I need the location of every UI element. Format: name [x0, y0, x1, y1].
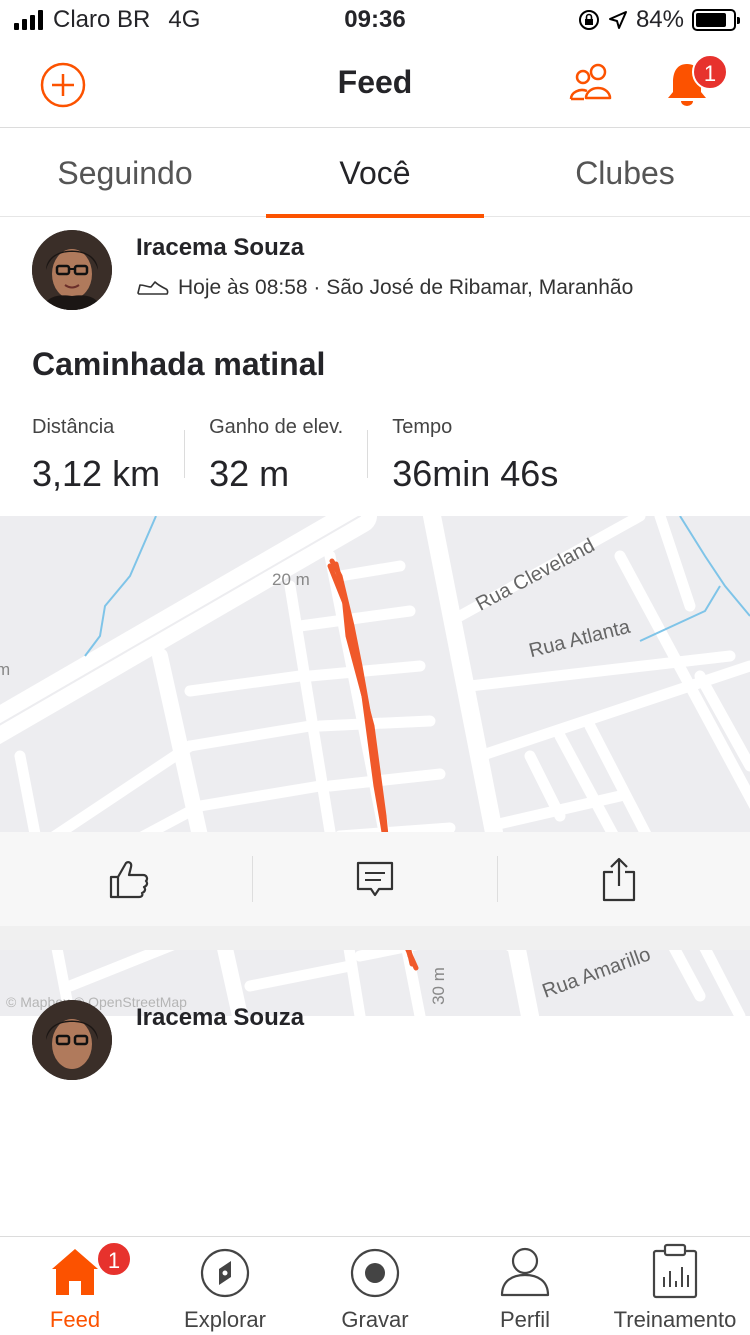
stat-divider	[367, 430, 369, 478]
status-bar: Claro BR 4G 09:36 84%	[0, 0, 750, 40]
top-nav: Feed 1	[0, 40, 750, 128]
stat-value: 32 m	[209, 453, 290, 494]
tabbar-gravar[interactable]: Gravar	[300, 1237, 450, 1335]
tabbar-treinamento[interactable]: Treinamento	[600, 1237, 750, 1335]
author-name[interactable]: Iracema Souza	[136, 1004, 304, 1032]
tabbar-perfil[interactable]: Perfil	[450, 1237, 600, 1335]
tabbar-label: Explorar	[184, 1307, 266, 1332]
author-name[interactable]: Iracema Souza	[136, 234, 304, 262]
battery-icon	[692, 9, 740, 31]
page-title: Feed	[337, 64, 413, 100]
record-icon	[350, 1248, 400, 1298]
tabbar-label: Treinamento	[613, 1307, 737, 1332]
location-arrow-icon	[608, 11, 627, 29]
stat-value: 36min 46s	[392, 453, 559, 494]
tab-seguindo[interactable]: Seguindo	[0, 129, 250, 217]
kudos-button[interactable]	[4, 832, 254, 926]
activity-card[interactable]: Iracema Souza	[0, 980, 750, 1080]
training-icon	[652, 1243, 698, 1299]
shoe-icon	[137, 281, 169, 295]
tab-voce[interactable]: Você	[250, 129, 500, 218]
find-friends-button[interactable]	[568, 62, 616, 102]
home-icon	[52, 1249, 98, 1295]
contour-label: 20 m	[272, 570, 310, 589]
feed-tabs: Seguindo Você Clubes	[0, 129, 750, 218]
tabbar-feed[interactable]: 1 Feed	[0, 1237, 150, 1335]
activity-stats: Distância 3,12 km Ganho de elev. 32 m Te…	[32, 416, 582, 495]
stat-distance: Distância 3,12 km	[32, 416, 184, 495]
activity-meta: Hoje às 08:58 · São José de Ribamar, Mar…	[136, 276, 633, 300]
share-icon	[602, 857, 636, 902]
tabbar-label: Feed	[49, 1307, 101, 1332]
bottom-tab-bar: 1 Feed Explorar Gravar Perfil Treinament…	[0, 1236, 750, 1334]
thumbs-up-icon	[109, 861, 149, 899]
comment-icon	[356, 861, 394, 897]
share-button[interactable]	[494, 832, 744, 926]
avatar[interactable]	[32, 230, 112, 310]
comment-button[interactable]	[250, 832, 500, 926]
person-icon	[500, 1247, 550, 1297]
stat-divider	[184, 430, 186, 478]
tab-clubes[interactable]: Clubes	[500, 129, 750, 217]
stat-elevation: Ganho de elev. 32 m	[209, 416, 367, 495]
stat-time: Tempo 36min 46s	[392, 416, 582, 495]
rotation-lock-icon	[578, 10, 599, 30]
stat-label: Distância	[32, 416, 115, 438]
avatar[interactable]	[32, 1000, 112, 1080]
activity-actions	[0, 832, 750, 926]
stat-label: Tempo	[392, 416, 453, 438]
tabbar-label: Perfil	[499, 1307, 551, 1332]
tabbar-label: Gravar	[341, 1307, 409, 1332]
activity-title[interactable]: Caminhada matinal	[32, 346, 325, 383]
stat-value: 3,12 km	[32, 453, 161, 494]
feed-badge: 1	[96, 1241, 132, 1277]
tabbar-explorar[interactable]: Explorar	[150, 1237, 300, 1335]
battery-percent: 84%	[635, 6, 684, 33]
stat-label: Ganho de elev.	[209, 416, 344, 438]
contour-label: m	[0, 660, 11, 679]
feed-separator	[0, 926, 750, 950]
notifications-badge: 1	[692, 54, 728, 90]
activity-date-location: Hoje às 08:58 · São José de Ribamar, Mar…	[178, 276, 634, 299]
compass-icon	[200, 1248, 250, 1298]
